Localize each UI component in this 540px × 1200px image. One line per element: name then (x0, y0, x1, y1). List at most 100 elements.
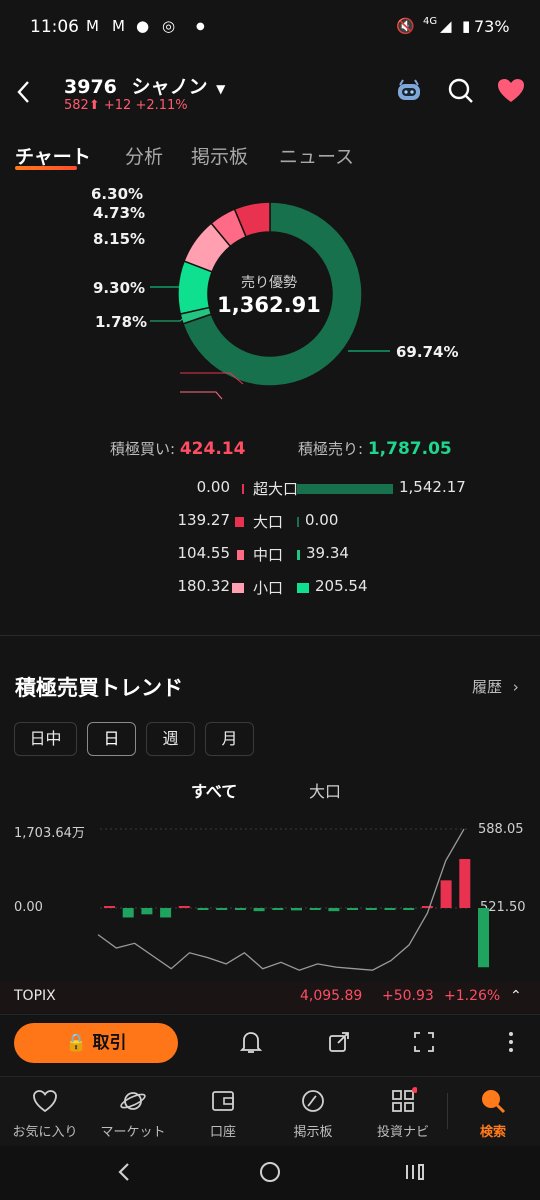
period-week[interactable]: 週 (146, 722, 195, 756)
nav-search[interactable]: 検索 (448, 1077, 538, 1147)
breakdown-buy-bar (237, 550, 244, 560)
tab-chart[interactable]: チャート (15, 142, 91, 169)
nav-search-label: 検索 (479, 1125, 506, 1140)
trend-bar (309, 908, 321, 910)
history-link[interactable]: 履歴 › (472, 676, 519, 697)
alert-bell-icon[interactable] (238, 1029, 264, 1055)
share-icon[interactable] (326, 1029, 352, 1055)
ticker-name: TOPIX (14, 988, 56, 1004)
battery-level: 73% (474, 17, 510, 36)
bottom-nav: お気に入り マーケット 口座 掲示板 投資ナビ 検索 (0, 1076, 540, 1146)
trend-bar (216, 908, 228, 910)
trend-bar (178, 906, 190, 908)
nav-invest[interactable]: 投資ナビ (358, 1077, 448, 1147)
breakdown-buy-bar (242, 484, 244, 494)
wallet-icon (212, 1091, 234, 1111)
breakdown-size-label: 小口 (253, 579, 284, 597)
tab-indicator (15, 166, 77, 170)
price-change-pct: +2.11% (135, 98, 188, 113)
period-month[interactable]: 月 (205, 722, 254, 756)
tab-analysis[interactable]: 分析 (125, 142, 163, 169)
tab-news[interactable]: ニュース (279, 142, 354, 169)
nav-account[interactable]: 口座 (178, 1077, 268, 1147)
subtab-all[interactable]: すべて (191, 778, 237, 802)
breakdown-row: 0.00 超大口 1,542.17 (0, 478, 540, 504)
trend-bar (459, 859, 471, 908)
trend-bar (291, 908, 302, 911)
nav-favorites[interactable]: お気に入り (0, 1077, 90, 1147)
history-label: 履歴 (472, 678, 503, 696)
donut-label-small-sell: 8.15% (93, 230, 146, 248)
trend-bar (403, 908, 415, 910)
stock-title[interactable]: 3976 シャノン ▼ (64, 72, 225, 99)
more-menu-icon[interactable] (498, 1029, 524, 1055)
nav-board[interactable]: 掲示板 (268, 1077, 358, 1147)
back-icon[interactable] (14, 78, 34, 106)
trend-bar (328, 908, 340, 912)
stock-header: 3976 シャノン ▼ 582⬆ +12 +2.11% (0, 60, 540, 130)
trend-bar (122, 908, 134, 918)
breakdown-size-label: 中口 (253, 546, 284, 564)
gmail-icon: M (112, 17, 125, 35)
donut-label-large-sell: 6.30% (91, 185, 144, 203)
sys-back-icon[interactable] (114, 1160, 134, 1184)
ticker-change: +50.93 (382, 988, 434, 1004)
breakdown-sell-value: 39.34 (306, 544, 349, 562)
sys-home-icon[interactable] (258, 1160, 282, 1184)
heart-outline-icon (33, 1090, 57, 1113)
index-ticker[interactable]: TOPIX 4,095.89 +50.93 +1.26% ⌃ (0, 982, 540, 1012)
trend-bar (141, 908, 153, 915)
trend-bar (272, 908, 284, 910)
donut-center-label: 売り優勢 (241, 275, 297, 291)
search-icon[interactable] (446, 76, 476, 106)
robot-icon[interactable] (394, 76, 424, 106)
app-badge-icon: ◎ (162, 17, 176, 35)
trend-bars (104, 859, 489, 968)
sys-recents-icon[interactable] (403, 1160, 427, 1184)
nav-board-label: 掲示板 (293, 1125, 333, 1140)
chevron-right-icon: › (512, 678, 519, 696)
breakdown-sell-bar (297, 550, 300, 560)
breakdown-buy-bar (235, 517, 244, 527)
signal-icon: ◢ (440, 17, 452, 35)
breakdown-sell-bar (297, 484, 393, 494)
trend-bar (384, 908, 396, 910)
search-filled-icon (482, 1090, 506, 1114)
status-time: 11:06 (30, 17, 79, 37)
action-bar: 🔒 取引 (0, 1014, 540, 1074)
trend-bar (160, 908, 172, 918)
trend-bar (478, 908, 489, 968)
fullscreen-icon[interactable] (411, 1029, 437, 1055)
breakdown-sell-bar (297, 583, 309, 593)
period-intraday[interactable]: 日中 (14, 722, 77, 756)
app-icon: ● (136, 17, 150, 35)
subtab-large[interactable]: 大口 (309, 778, 341, 802)
nav-account-label: 口座 (209, 1125, 236, 1140)
grid-icon (392, 1087, 418, 1112)
arrow-up-icon: ⬆ (88, 98, 100, 113)
lock-icon: 🔒 (65, 1033, 87, 1053)
donut-label-mid-sell: 4.73% (93, 204, 146, 222)
breakdown-sell-value: 1,542.17 (399, 478, 466, 496)
breakdown-row: 180.32 小口 205.54 (0, 577, 540, 603)
network-label: 4G (423, 16, 438, 27)
active-sell-value: 1,787.05 (367, 439, 452, 459)
tab-board[interactable]: 掲示板 (191, 142, 248, 169)
active-buy-summary: 積極買い: 424.14 (110, 438, 245, 459)
system-nav (0, 1146, 540, 1200)
planet-icon (120, 1092, 146, 1110)
trade-button[interactable]: 🔒 取引 (14, 1023, 178, 1063)
favorite-heart-icon[interactable] (496, 76, 526, 106)
period-day[interactable]: 日 (87, 722, 136, 756)
trend-bar (365, 908, 377, 910)
active-buy-value: 424.14 (179, 439, 246, 459)
trend-bar (253, 908, 265, 912)
main-tabs: チャート 分析 掲示板 ニュース (0, 138, 540, 178)
trend-bar (234, 908, 246, 910)
caret-down-icon: ▼ (216, 82, 226, 96)
chevron-up-icon[interactable]: ⌃ (510, 988, 522, 1004)
nav-market[interactable]: マーケット (88, 1077, 178, 1147)
section-divider (0, 635, 540, 636)
stock-price: 582 (64, 98, 89, 113)
nav-market-label: マーケット (100, 1125, 166, 1140)
